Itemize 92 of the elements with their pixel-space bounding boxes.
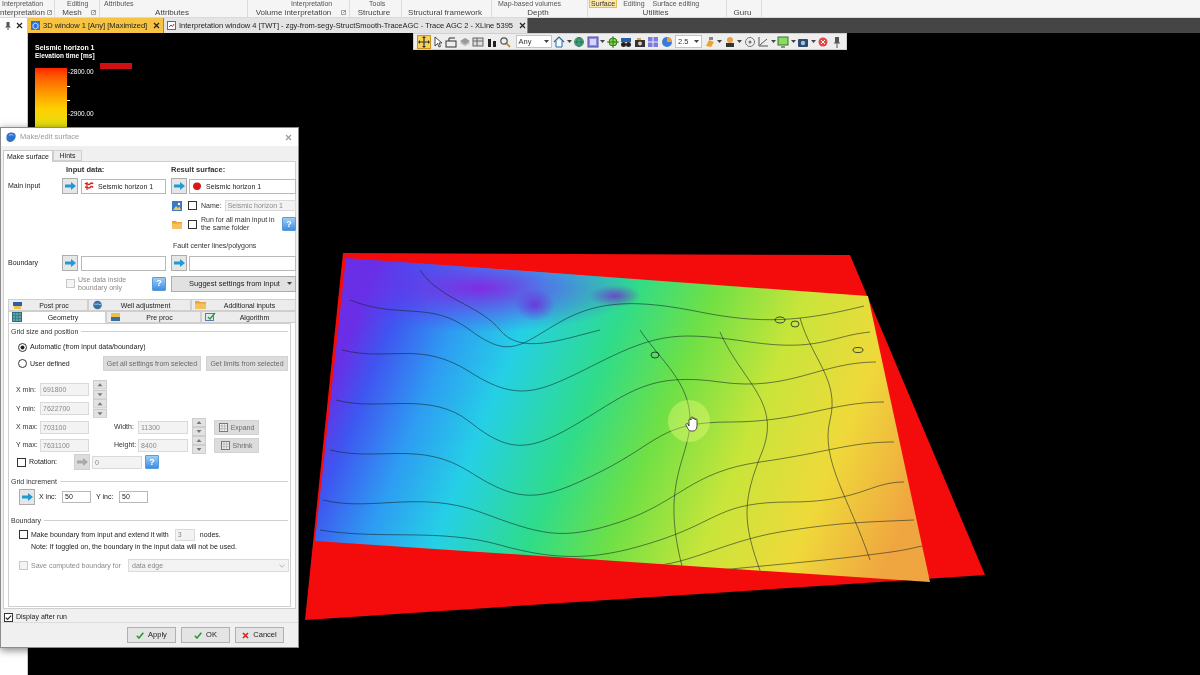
radio-button[interactable] [18, 359, 27, 368]
crosshair-icon[interactable] [606, 35, 619, 48]
launcher-icon[interactable] [46, 9, 52, 15]
folder-icon [172, 219, 182, 229]
caret-icon [543, 40, 549, 43]
caret-icon[interactable] [600, 40, 605, 43]
cancel-circle-icon[interactable] [817, 35, 829, 48]
insert-arrow-button[interactable] [171, 178, 187, 194]
checkbox[interactable] [188, 219, 197, 229]
target-icon[interactable] [743, 35, 756, 48]
insert-arrow-button[interactable] [62, 255, 78, 271]
tick-mark [67, 86, 70, 87]
cube-icon [31, 21, 40, 30]
spin-up-button[interactable] [93, 399, 107, 409]
move-arrows-icon[interactable] [418, 35, 430, 48]
layers-icon[interactable] [458, 35, 471, 48]
ribbon-group-label: Utilities [642, 7, 669, 17]
caret-icon[interactable] [737, 40, 742, 43]
wave-icon [84, 181, 94, 191]
checkbox[interactable] [188, 201, 197, 210]
caret-icon[interactable] [810, 40, 816, 43]
close-icon[interactable] [519, 22, 526, 29]
caret-icon[interactable] [566, 40, 572, 43]
spin-up-button[interactable] [93, 380, 107, 390]
folder-icon [195, 300, 206, 310]
arrow-right-icon [76, 458, 88, 466]
grid-icon [218, 422, 228, 432]
axes-icon[interactable] [757, 35, 769, 48]
checkbox[interactable] [4, 612, 13, 622]
caret-icon[interactable] [717, 40, 722, 43]
figure-icon[interactable] [723, 35, 736, 48]
image-icon [172, 200, 182, 211]
arrow-right-icon [21, 492, 33, 501]
globe-icon[interactable] [573, 35, 585, 48]
pie-icon[interactable] [660, 35, 673, 48]
chevron-down-icon [279, 563, 285, 568]
input-field[interactable] [81, 255, 166, 271]
ribbon-group-label: Volume interpretation [255, 7, 332, 17]
ribbon-group-label: Structural framework [408, 7, 482, 17]
pointer-icon[interactable] [431, 35, 444, 48]
window-icon[interactable] [586, 35, 599, 48]
arrow-right-icon [173, 259, 185, 267]
ribbon-group-label: Depth [527, 7, 549, 17]
checklist-icon [205, 312, 216, 322]
checkbox[interactable] [19, 530, 28, 539]
stack-icon [12, 300, 23, 310]
grid-icon [220, 440, 230, 450]
insert-arrow-button[interactable] [19, 488, 35, 505]
caret-icon [694, 40, 699, 43]
close-icon[interactable] [153, 22, 161, 29]
check-icon [194, 631, 203, 639]
caret-icon[interactable] [770, 40, 776, 43]
spin-down-button[interactable] [93, 389, 107, 399]
launcher-icon[interactable] [91, 9, 96, 15]
swatch-icon [100, 63, 132, 69]
ribbon-group-label: Guru [733, 7, 752, 17]
arrow-right-icon [64, 182, 76, 190]
camera-icon[interactable] [633, 35, 646, 48]
spin-up-button[interactable] [192, 418, 206, 427]
check-icon [136, 631, 145, 639]
input-field[interactable] [189, 255, 296, 271]
pin-icon[interactable] [4, 21, 11, 30]
hand-cursor-icon [668, 400, 710, 442]
chart-icon [167, 21, 176, 30]
blob-icon [5, 131, 17, 143]
box-icon[interactable] [445, 35, 457, 48]
arrow-right-icon [64, 259, 76, 267]
tick-mark [67, 100, 70, 101]
spin-down-button[interactable] [192, 445, 206, 454]
launcher-icon[interactable] [341, 9, 346, 15]
cross-icon [242, 631, 250, 639]
ribbon-group-label: Attributes [155, 7, 189, 17]
globe-icon [92, 300, 103, 310]
magnifier-icon[interactable] [499, 35, 511, 48]
caret-icon [287, 282, 292, 285]
checkbox[interactable] [17, 457, 26, 467]
caret-icon[interactable] [790, 40, 796, 43]
spin-up-button[interactable] [192, 436, 206, 445]
spin-down-button[interactable] [93, 408, 107, 418]
close-icon[interactable] [15, 22, 23, 29]
insert-arrow-button[interactable] [171, 255, 187, 271]
arrow-right-icon [173, 182, 185, 190]
grid-icon [12, 312, 23, 322]
layers-icon [110, 312, 121, 322]
radio-button[interactable] [18, 342, 27, 352]
ribbon-group-label: Structure [357, 7, 391, 17]
ribbon-group-label: Mesh [62, 7, 82, 17]
insert-arrow-button[interactable] [62, 178, 78, 194]
binoculars-icon[interactable] [620, 35, 632, 48]
ribbon-group-label: nterpretation [0, 7, 45, 17]
house-icon[interactable] [553, 35, 565, 48]
spin-down-button[interactable] [192, 427, 206, 436]
